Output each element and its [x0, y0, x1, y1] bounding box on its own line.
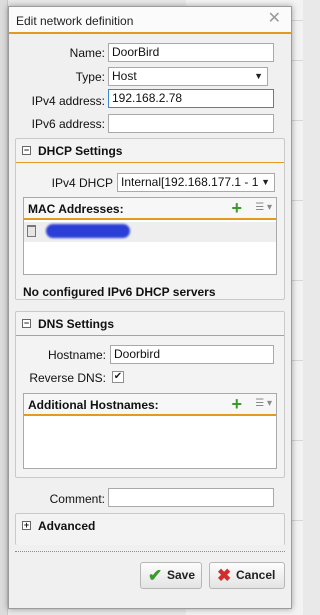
- chevron-down-icon: ▼: [261, 177, 270, 187]
- additional-hostnames-title: Additional Hostnames:: [28, 398, 159, 412]
- edit-network-dialog: Edit network definition ✕ Name: DoorBird…: [8, 6, 292, 609]
- redacted-mac-address: [46, 224, 130, 238]
- footer-divider: [15, 551, 285, 552]
- type-label: Type:: [75, 70, 105, 84]
- comment-field[interactable]: [108, 488, 274, 507]
- type-select-value: Host: [112, 69, 137, 83]
- ipv4-dhcp-select[interactable]: Internal[192.168.177.1 - 1 ▼: [117, 173, 275, 192]
- reverse-dns-checkbox[interactable]: ✔: [112, 371, 124, 383]
- ipv4-dhcp-value: Internal[192.168.177.1 - 1: [121, 175, 259, 189]
- comment-label: Comment:: [49, 492, 105, 506]
- advanced-title: Advanced: [38, 519, 96, 533]
- ipv4-label: IPv4 address:: [31, 94, 105, 108]
- ipv4-field[interactable]: 192.168.2.78: [108, 89, 274, 108]
- hostname-label: Hostname:: [47, 348, 106, 362]
- collapse-icon[interactable]: −: [22, 319, 31, 328]
- mac-addresses-title: MAC Addresses:: [28, 202, 124, 216]
- list-menu-icon[interactable]: ☰ ▾: [255, 202, 272, 213]
- check-icon: ✔: [148, 566, 163, 585]
- background-window-edge: [0, 0, 8, 615]
- dhcp-settings-section: − DHCP Settings IPv4 DHCP Internal[192.1…: [15, 138, 285, 300]
- additional-hostnames-list: Additional Hostnames: + ☰ ▾: [23, 393, 277, 469]
- dns-settings-section: − DNS Settings Hostname: Doorbird Revers…: [15, 311, 285, 478]
- trash-icon[interactable]: [27, 225, 36, 237]
- expand-icon[interactable]: +: [22, 521, 31, 530]
- cancel-label: Cancel: [236, 568, 276, 582]
- ipv6-label: IPv6 address:: [31, 117, 105, 131]
- additional-hostnames-header: Additional Hostnames: + ☰ ▾: [24, 394, 276, 416]
- collapse-icon[interactable]: −: [22, 146, 31, 155]
- ipv6-field[interactable]: [108, 114, 274, 133]
- name-label: Name:: [69, 46, 105, 60]
- add-icon[interactable]: +: [231, 394, 242, 414]
- add-icon[interactable]: +: [231, 198, 242, 218]
- ipv6-dhcp-note: No configured IPv6 DHCP servers: [23, 285, 216, 299]
- list-menu-icon[interactable]: ☰ ▾: [255, 398, 272, 409]
- name-field[interactable]: DoorBird: [108, 43, 274, 62]
- save-label: Save: [167, 568, 196, 582]
- chevron-down-icon: ▼: [254, 71, 263, 81]
- advanced-header[interactable]: + Advanced: [16, 514, 284, 538]
- dialog-title: Edit network definition: [16, 14, 134, 28]
- dhcp-settings-title: DHCP Settings: [38, 144, 123, 158]
- dialog-titlebar[interactable]: Edit network definition ✕: [9, 7, 291, 34]
- hostname-field[interactable]: Doorbird: [110, 345, 274, 364]
- advanced-section: + Advanced: [15, 513, 285, 545]
- dns-settings-title: DNS Settings: [38, 317, 115, 331]
- dhcp-settings-header[interactable]: − DHCP Settings: [16, 139, 284, 163]
- dns-settings-header[interactable]: − DNS Settings: [16, 312, 284, 336]
- type-select[interactable]: Host ▼: [108, 67, 268, 86]
- cancel-button[interactable]: ✖ Cancel: [209, 562, 285, 589]
- x-icon: ✖: [217, 566, 232, 585]
- close-icon[interactable]: ✕: [268, 11, 281, 27]
- mac-addresses-header: MAC Addresses: + ☰ ▾: [24, 198, 276, 220]
- ipv4-dhcp-label: IPv4 DHCP: [51, 176, 113, 190]
- save-button[interactable]: ✔ Save: [140, 562, 202, 589]
- mac-addresses-list: MAC Addresses: + ☰ ▾: [23, 197, 277, 275]
- list-item[interactable]: [24, 222, 276, 242]
- reverse-dns-label: Reverse DNS:: [29, 371, 106, 385]
